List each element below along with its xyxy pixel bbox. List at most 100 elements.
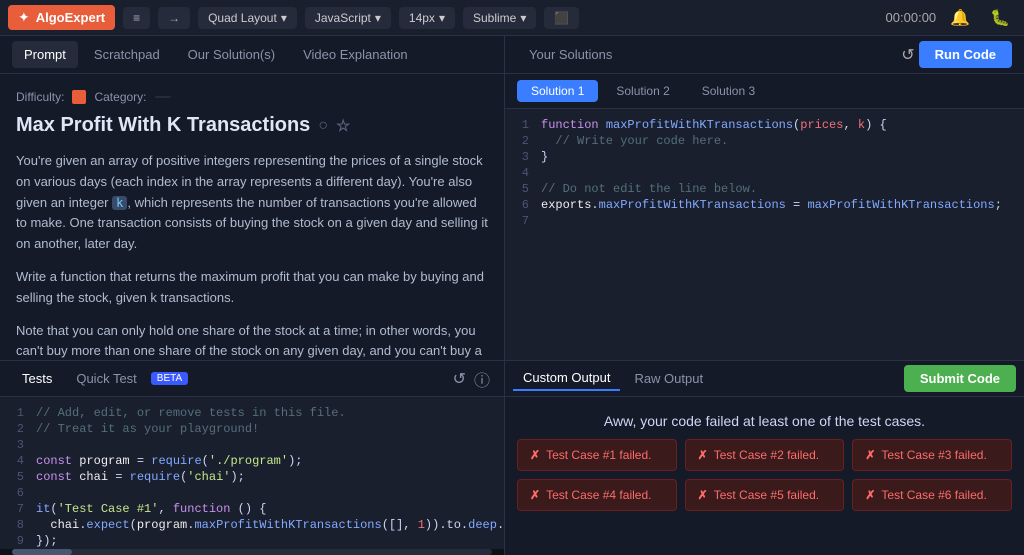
layout-chevron-icon: ▾ [281,11,287,25]
test-code-line: 3 [0,437,504,453]
logo-icon: ✦ [18,9,30,26]
main-layout: Prompt Scratchpad Our Solution(s) Video … [0,36,1024,555]
layout-dropdown[interactable]: Quad Layout ▾ [198,7,297,29]
test-case-1-btn[interactable]: ✗ Test Case #1 failed. [517,439,677,471]
test-code-line: 6 [0,485,504,501]
category-value [155,96,171,98]
logo[interactable]: ✦ AlgoExpert [8,5,115,30]
left-tab-bar: Prompt Scratchpad Our Solution(s) Video … [0,36,504,74]
tab-quick-test[interactable]: Quick Test [66,367,146,390]
test-case-6-btn[interactable]: ✗ Test Case #6 failed. [852,479,1012,511]
solution-code-editor[interactable]: 1 function maxProfitWithKTransactions(pr… [505,109,1024,360]
tests-tab-bar: Tests Quick Test BETA ↺ ⓘ [0,361,504,397]
output-tab-bar: Custom Output Raw Output Submit Code [505,361,1024,397]
tab-prompt[interactable]: Prompt [12,41,78,68]
test-case-3-label: Test Case #3 failed. [881,448,986,462]
timer: 00:00:00 [886,10,937,25]
test-case-5-btn[interactable]: ✗ Test Case #5 failed. [685,479,845,511]
left-top: Prompt Scratchpad Our Solution(s) Video … [0,36,504,360]
x-icon-6: ✗ [865,488,875,502]
your-solutions-label: Your Solutions [517,41,624,68]
left-bottom: Tests Quick Test BETA ↺ ⓘ 1 // Add, edit… [0,360,504,555]
alarm-icon-btn[interactable]: 🔔 [944,6,976,30]
code-line-1: 1 function maxProfitWithKTransactions(pr… [505,117,1024,133]
category-label: Category: [94,90,146,104]
solution-tabs: Solution 1 Solution 2 Solution 3 [505,74,1024,109]
solution-tab-3[interactable]: Solution 3 [688,80,769,102]
test-case-4-label: Test Case #4 failed. [546,488,651,502]
editor-chevron-icon: ▾ [520,11,526,25]
prompt-content: Difficulty: Category: Max Profit With K … [0,74,504,360]
font-size-chevron-icon: ▾ [439,11,445,25]
star-icon[interactable]: ☆ [336,116,350,136]
test-results-grid: ✗ Test Case #1 failed. ✗ Test Case #2 fa… [505,439,1024,523]
test-code-line: 4 const program = require('./program'); [0,453,504,469]
font-size-dropdown[interactable]: 14px ▾ [399,7,455,29]
layout-label: Quad Layout [208,11,277,25]
solution-tab-1[interactable]: Solution 1 [517,80,598,102]
difficulty-label: Difficulty: [16,90,64,104]
test-case-3-btn[interactable]: ✗ Test Case #3 failed. [852,439,1012,471]
reset-solution-btn[interactable]: ↺ [901,45,914,65]
test-case-2-btn[interactable]: ✗ Test Case #2 failed. [685,439,845,471]
bug-icon-btn[interactable]: 🐛 [984,6,1016,30]
x-icon-4: ✗ [530,488,540,502]
logo-text: AlgoExpert [36,10,105,25]
next-btn[interactable]: → [158,7,190,29]
tab-tests[interactable]: Tests [12,367,62,390]
info-tests-btn[interactable]: ⓘ [472,365,492,393]
x-icon-2: ✗ [698,448,708,462]
test-case-1-label: Test Case #1 failed. [546,448,651,462]
tab-raw-output[interactable]: Raw Output [624,367,713,390]
left-panel: Prompt Scratchpad Our Solution(s) Video … [0,36,505,555]
problem-title-text: Max Profit With K Transactions [16,114,310,137]
monitor-icon-btn[interactable]: ⬛ [544,7,579,29]
test-code-line: 2 // Treat it as your playground! [0,421,504,437]
list-icon-btn[interactable]: ≡ [123,7,150,29]
problem-title: Max Profit With K Transactions ○ ☆ [16,114,488,137]
test-code-line: 5 const chai = require('chai'); [0,469,504,485]
info-icon[interactable]: ○ [318,117,328,135]
code-line-5: 5 // Do not edit the line below. [505,181,1024,197]
font-size-label: 14px [409,11,435,25]
your-solutions-tab-bar: Your Solutions ↺ Run Code [505,36,1024,74]
reset-tests-btn[interactable]: ↺ [451,367,468,391]
tab-custom-output[interactable]: Custom Output [513,366,620,391]
top-nav: ✦ AlgoExpert ≡ → Quad Layout ▾ JavaScrip… [0,0,1024,36]
right-panel: Your Solutions ↺ Run Code Solution 1 Sol… [505,36,1024,555]
test-case-4-btn[interactable]: ✗ Test Case #4 failed. [517,479,677,511]
language-dropdown[interactable]: JavaScript ▾ [305,7,391,29]
output-message: Aww, your code failed at least one of th… [505,397,1024,439]
code-line-3: 3 } [505,149,1024,165]
language-chevron-icon: ▾ [375,11,381,25]
difficulty-badge [72,90,86,104]
tab-our-solution[interactable]: Our Solution(s) [176,41,287,68]
solution-tab-2[interactable]: Solution 2 [602,80,683,102]
x-icon-5: ✗ [698,488,708,502]
test-code-line: 8 chai.expect(program.maxProfitWithKTran… [0,517,504,533]
test-code-line: 9 }); [0,533,504,549]
submit-code-button[interactable]: Submit Code [904,365,1016,392]
right-bottom: Custom Output Raw Output Submit Code Aww… [505,360,1024,555]
x-icon-3: ✗ [865,448,875,462]
beta-badge: BETA [151,372,188,385]
tab-scratchpad[interactable]: Scratchpad [82,41,172,68]
test-case-2-label: Test Case #2 failed. [714,448,819,462]
k-highlight: k [112,196,127,210]
run-code-button[interactable]: Run Code [919,41,1012,68]
test-scrollbar[interactable] [12,549,492,555]
problem-desc-2: Write a function that returns the maximu… [16,267,488,309]
editor-dropdown[interactable]: Sublime ▾ [463,7,536,29]
test-scrollbar-thumb [12,549,72,555]
output-area: Aww, your code failed at least one of th… [505,397,1024,555]
tab-video[interactable]: Video Explanation [291,41,420,68]
right-top: Your Solutions ↺ Run Code Solution 1 Sol… [505,36,1024,360]
code-line-7: 7 [505,213,1024,229]
editor-label: Sublime [473,11,516,25]
language-label: JavaScript [315,11,371,25]
test-code-editor[interactable]: 1 // Add, edit, or remove tests in this … [0,397,504,549]
test-code-line: 1 // Add, edit, or remove tests in this … [0,405,504,421]
code-line-2: 2 // Write your code here. [505,133,1024,149]
problem-desc-1: You're given an array of positive intege… [16,151,488,255]
test-case-5-label: Test Case #5 failed. [714,488,819,502]
